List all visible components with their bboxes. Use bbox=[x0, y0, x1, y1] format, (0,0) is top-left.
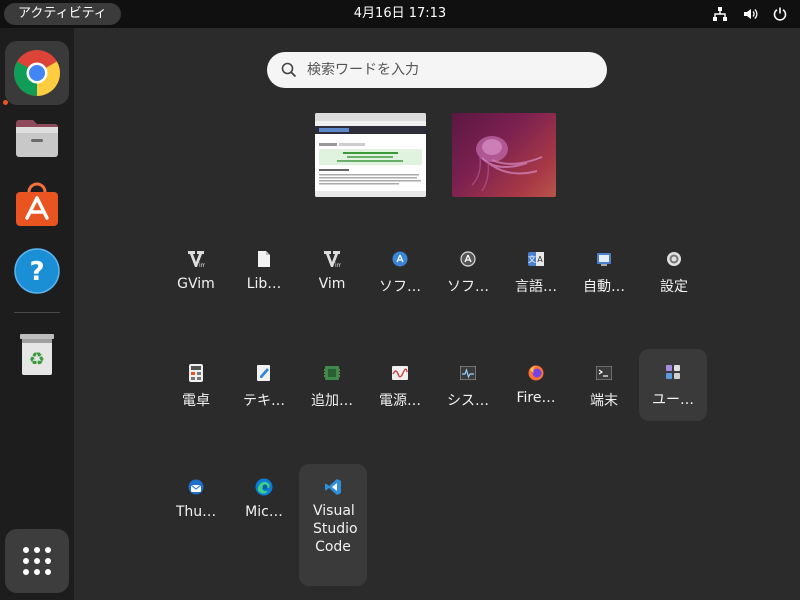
svg-text:?: ? bbox=[29, 257, 44, 287]
app-label: 言語… bbox=[515, 279, 557, 295]
app-visual-studio-code[interactable]: Visual Studio Code bbox=[299, 464, 367, 586]
dock: ? ♻ bbox=[0, 28, 74, 600]
workspace-thumbnail-2[interactable] bbox=[452, 113, 556, 197]
wallpaper-jellyfish bbox=[471, 136, 543, 192]
app-gvim[interactable]: im GVim bbox=[162, 236, 230, 308]
dock-item-files[interactable] bbox=[5, 107, 69, 171]
svg-text:im: im bbox=[199, 262, 205, 268]
app-system-monitor[interactable]: シス… bbox=[434, 350, 502, 422]
dock-separator bbox=[14, 312, 60, 313]
app-label: ソフ… bbox=[447, 279, 489, 295]
app-label: Vim bbox=[318, 276, 346, 292]
terminal-icon bbox=[595, 364, 613, 382]
network-icon[interactable] bbox=[712, 6, 728, 22]
search-input[interactable] bbox=[307, 62, 587, 78]
svg-text:A: A bbox=[537, 255, 543, 264]
volume-icon[interactable] bbox=[742, 6, 758, 22]
app-label: ユー… bbox=[652, 392, 694, 408]
language-icon: 文A bbox=[527, 250, 545, 268]
desktop: アクティビティ 4月16日 17:13 ? ♻ 検索ワードを入力 im GVim… bbox=[0, 0, 800, 600]
app-label: Thu… bbox=[175, 504, 217, 520]
app-utilities-folder[interactable]: ユー… bbox=[639, 349, 707, 421]
software-updater-icon bbox=[391, 250, 409, 268]
app-label: Mic… bbox=[245, 504, 283, 520]
app-text-editor[interactable]: テキ… bbox=[230, 350, 298, 422]
app-firefox[interactable]: Fire… bbox=[502, 350, 570, 422]
power-icon[interactable] bbox=[772, 6, 788, 22]
app-label: Visual Studio Code bbox=[313, 503, 358, 555]
activities-button[interactable]: アクティビティ bbox=[4, 3, 121, 25]
app-thunderbird[interactable]: Thu… bbox=[162, 464, 230, 536]
search-icon bbox=[281, 62, 297, 78]
app-libreoffice[interactable]: Lib… bbox=[230, 236, 298, 308]
app-startup[interactable]: 自動… bbox=[570, 236, 638, 308]
app-label: ソフ… bbox=[379, 279, 421, 295]
app-label: テキ… bbox=[243, 393, 285, 409]
clock[interactable]: 4月16日 17:13 bbox=[354, 6, 446, 21]
app-language-support[interactable]: 文A 言語… bbox=[502, 236, 570, 308]
files-icon bbox=[16, 120, 58, 157]
system-tray[interactable] bbox=[712, 0, 788, 28]
workspace-preview bbox=[315, 113, 426, 197]
show-apps-button[interactable] bbox=[5, 529, 69, 593]
app-label: 端末 bbox=[590, 393, 618, 409]
svg-text:♻: ♻ bbox=[29, 349, 45, 370]
edge-icon bbox=[255, 478, 273, 496]
app-label: Fire… bbox=[516, 390, 556, 406]
help-icon: ? bbox=[14, 248, 60, 294]
power-statistics-icon bbox=[391, 364, 409, 382]
app-label: GVim bbox=[177, 276, 215, 292]
app-power-statistics[interactable]: 電源… bbox=[366, 350, 434, 422]
running-indicator bbox=[3, 100, 8, 105]
dock-item-trash[interactable]: ♻ bbox=[5, 322, 69, 386]
app-vim[interactable]: im Vim bbox=[298, 236, 366, 308]
chrome-icon bbox=[14, 50, 60, 96]
dock-item-help[interactable]: ? bbox=[5, 239, 69, 303]
chip-icon bbox=[323, 364, 341, 382]
firefox-icon bbox=[527, 364, 545, 382]
top-bar: アクティビティ 4月16日 17:13 bbox=[0, 0, 800, 28]
document-icon bbox=[255, 250, 273, 268]
startup-icon bbox=[595, 250, 613, 268]
calculator-icon bbox=[187, 364, 205, 382]
app-calculator[interactable]: 電卓 bbox=[162, 350, 230, 422]
app-label: 電源… bbox=[379, 393, 421, 409]
grid-icon bbox=[23, 547, 51, 575]
thunderbird-icon bbox=[187, 478, 205, 496]
software-store-icon bbox=[16, 182, 58, 226]
app-software-updater[interactable]: ソフ… bbox=[366, 236, 434, 308]
app-label: シス… bbox=[447, 393, 489, 409]
workspace-thumbnail-1[interactable] bbox=[315, 113, 426, 197]
dock-item-chrome[interactable] bbox=[5, 41, 69, 105]
svg-text:文: 文 bbox=[528, 254, 536, 264]
software-properties-icon bbox=[459, 250, 477, 268]
folder-grid-icon bbox=[664, 363, 682, 381]
app-label: 自動… bbox=[583, 279, 625, 295]
app-label: Lib… bbox=[246, 276, 282, 292]
vim-icon: im bbox=[323, 250, 341, 268]
trash-icon: ♻ bbox=[20, 334, 54, 375]
app-software-properties[interactable]: ソフ… bbox=[434, 236, 502, 308]
system-monitor-icon bbox=[459, 364, 477, 382]
svg-text:im: im bbox=[335, 262, 341, 268]
app-settings[interactable]: 設定 bbox=[640, 236, 708, 308]
app-label: 電卓 bbox=[182, 393, 210, 409]
app-additional-drivers[interactable]: 追加… bbox=[298, 350, 366, 422]
text-editor-icon bbox=[255, 364, 273, 382]
settings-icon bbox=[665, 250, 683, 268]
app-microsoft-edge[interactable]: Mic… bbox=[230, 464, 298, 536]
search-bar[interactable] bbox=[267, 52, 607, 88]
app-terminal[interactable]: 端末 bbox=[570, 350, 638, 422]
vscode-icon bbox=[324, 478, 342, 496]
gvim-icon: im bbox=[187, 250, 205, 268]
app-label: 追加… bbox=[311, 393, 353, 409]
dock-item-software[interactable] bbox=[5, 173, 69, 237]
app-label: 設定 bbox=[660, 279, 688, 295]
